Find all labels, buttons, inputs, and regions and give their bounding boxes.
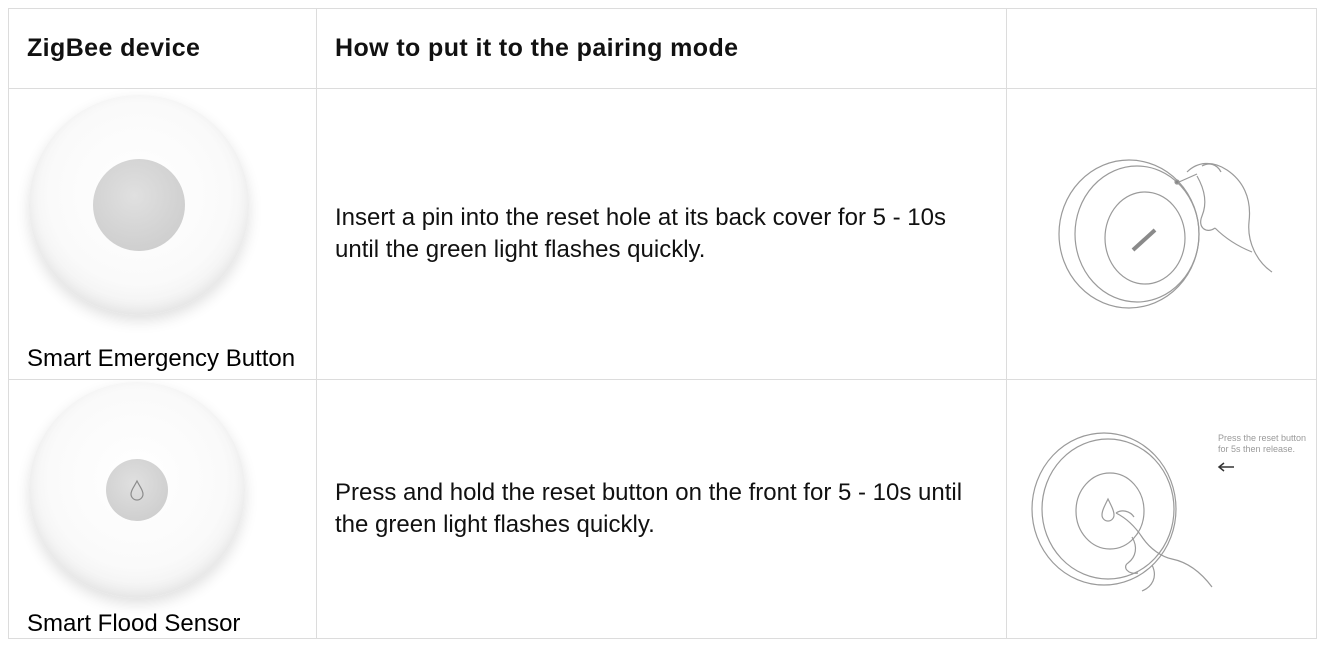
- illustration-cell: [1006, 88, 1317, 380]
- device-cell: Smart Emergency Button: [8, 88, 317, 380]
- header-device-label: ZigBee device: [27, 34, 201, 62]
- table-row: Smart Emergency Button Insert a pin into…: [8, 88, 1317, 380]
- press-reset-button-illustration-icon: Press the reset button for 5s then releas…: [1030, 431, 1306, 592]
- pairing-mode-table: ZigBee device How to put it to the pairi…: [8, 8, 1317, 639]
- device-name: Smart Emergency Button: [27, 345, 296, 372]
- water-drop-icon: [130, 479, 144, 501]
- pin-reset-back-cover-illustration-icon: [1057, 158, 1272, 309]
- header-image: [1006, 8, 1317, 89]
- device-name: Smart Flood Sensor: [27, 610, 241, 637]
- instruction-text: Insert a pin into the reset hole at its …: [335, 204, 946, 263]
- table-header-row: ZigBee device How to put it to the pairi…: [8, 8, 1317, 89]
- table-row: Smart Flood Sensor Press and hold the re…: [8, 379, 1317, 639]
- emergency-button-center: [93, 159, 185, 251]
- flood-sensor-center: [106, 459, 168, 521]
- instruction-cell: Insert a pin into the reset hole at its …: [316, 88, 1007, 380]
- device-cell: Smart Flood Sensor: [8, 379, 317, 639]
- illustration-cell: Press the reset button for 5s then releas…: [1006, 379, 1317, 639]
- header-pairing-label: How to put it to the pairing mode: [335, 34, 739, 62]
- instruction-cell: Press and hold the reset button on the f…: [316, 379, 1007, 639]
- emergency-button-device-image: [29, 95, 249, 315]
- illustration-caption: Press the reset button for 5s then releas…: [1218, 433, 1306, 454]
- header-device: ZigBee device: [8, 8, 317, 89]
- flood-sensor-device-image: [29, 382, 245, 598]
- header-pairing: How to put it to the pairing mode: [316, 8, 1007, 89]
- instruction-text: Press and hold the reset button on the f…: [335, 479, 963, 538]
